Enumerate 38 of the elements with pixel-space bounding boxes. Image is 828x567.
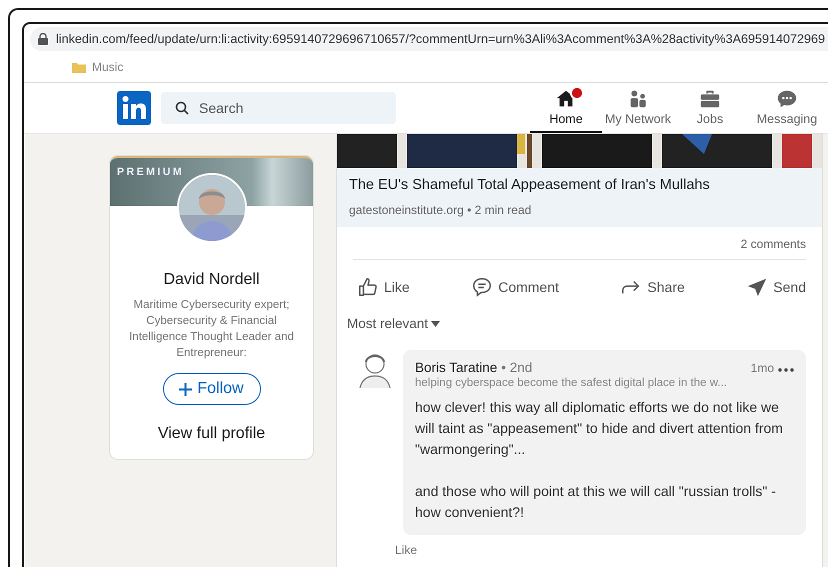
speech-bubble-icon xyxy=(471,276,494,298)
connection-degree: • 2nd xyxy=(501,360,532,375)
author-headline: helping cyberspace become the safest digital place in the w... xyxy=(415,377,728,389)
briefcase-icon xyxy=(699,88,721,110)
folder-icon xyxy=(72,62,86,72)
thumbs-up-icon xyxy=(357,276,379,298)
send-icon xyxy=(746,276,768,298)
comment-author[interactable]: Boris Taratine xyxy=(415,360,498,375)
nav-tab[interactable]: Jobs xyxy=(674,83,746,133)
plus-icon xyxy=(179,382,192,396)
comment-time: 1mo xyxy=(750,361,774,375)
lock-icon xyxy=(38,33,48,45)
nav-tab[interactable]: Messaging xyxy=(746,83,828,133)
caret-icon xyxy=(431,320,440,326)
article-source: gatestoneinstitute.org • 2 min read xyxy=(349,203,532,217)
bookmark[interactable]: Music xyxy=(92,60,124,74)
more-icon[interactable] xyxy=(778,368,794,372)
action-button[interactable]: Comment xyxy=(471,270,559,304)
action-button[interactable]: Like xyxy=(357,270,410,304)
comment-text: how clever! this way all diplomatic efforts we do not like we will taint as "appeasement" to hide and divert attention from "warmongering"... and those who will point at this we will call "russian trolls" - how convenient?! xyxy=(415,398,784,522)
view-profile-link[interactable]: View full profile xyxy=(158,425,266,443)
search-field[interactable]: Search xyxy=(161,92,396,124)
premium-label: PREMIUM xyxy=(117,166,184,178)
logo-icon[interactable] xyxy=(117,91,151,125)
comment-count[interactable]: 2 comments xyxy=(740,237,806,251)
article-preview[interactable]: The EU's Shameful Total Appeasement of Iran's Mullahs gatestoneinstitute.org • 2 min read xyxy=(337,168,822,227)
address-bar[interactable]: linkedin.com/feed/update/urn:li:activity:6959140729696710657/?commentUrn=urn%3Ali%3Acomment%3A%28activity%3A695914072969 xyxy=(30,27,828,51)
action-button[interactable]: Send xyxy=(746,270,806,304)
article-title: The EU's Shameful Total Appeasement of Iran's Mullahs xyxy=(349,177,711,193)
like-link[interactable]: Like xyxy=(395,543,418,557)
follow-button[interactable]: Follow xyxy=(162,373,260,405)
profile-headline: Maritime Cybersecurity expert; Cybersecurity & Financial Intelligence Thought Leader and Entrepreneur: xyxy=(128,298,295,361)
search-icon xyxy=(175,101,189,115)
action-button[interactable]: Share xyxy=(620,270,685,304)
nav-tab[interactable]: My Network xyxy=(602,83,674,133)
sort-dropdown[interactable]: Most relevant xyxy=(337,314,450,333)
profile-name: David Nordell xyxy=(163,271,260,289)
chat-icon xyxy=(776,88,798,110)
